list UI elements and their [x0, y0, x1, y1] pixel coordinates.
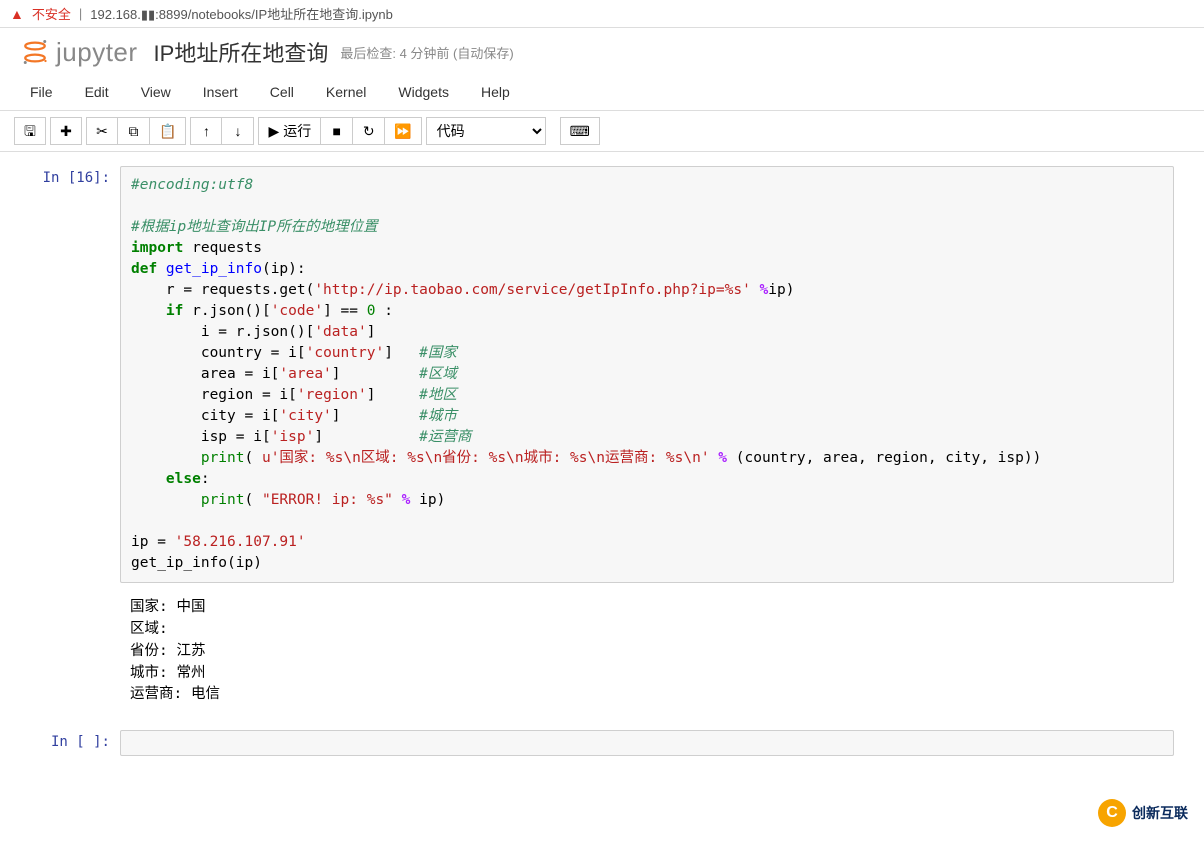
copy-icon: ⧉ — [129, 124, 139, 138]
cut-button[interactable]: ✂ — [86, 117, 118, 145]
copy-button[interactable]: ⧉ — [118, 117, 150, 145]
code-input-area[interactable]: #encoding:utf8 #根据ip地址查询出IP所在的地理位置 impor… — [120, 166, 1174, 583]
output-prompt — [0, 591, 120, 712]
celltype-select[interactable]: 代码 — [426, 117, 546, 145]
arrow-up-icon: ↑ — [203, 124, 210, 138]
restart-icon: ↻ — [363, 124, 375, 138]
fast-forward-icon: ⏩ — [394, 124, 411, 138]
keyboard-icon: ⌨ — [570, 124, 590, 138]
stop-icon: ■ — [332, 124, 340, 138]
insert-cell-button[interactable]: ✚ — [50, 117, 82, 145]
paste-icon: 📋 — [159, 124, 176, 138]
menu-edit[interactable]: Edit — [69, 76, 125, 108]
code-cell[interactable]: In [16]: #encoding:utf8 #根据ip地址查询出IP所在的地… — [0, 162, 1204, 587]
paste-button[interactable]: 📋 — [150, 117, 186, 145]
save-icon: 🖫 — [24, 124, 36, 138]
menu-cell[interactable]: Cell — [254, 76, 310, 108]
watermark-badge-icon: C — [1098, 799, 1126, 827]
output-cell: 国家: 中国 区域: 省份: 江苏 城市: 常州 运营商: 电信 — [0, 591, 1204, 722]
input-prompt: In [16]: — [0, 166, 120, 583]
output-text: 国家: 中国 区域: 省份: 江苏 城市: 常州 运营商: 电信 — [120, 591, 1174, 712]
toolbar: 🖫 ✚ ✂ ⧉ 📋 ↑ ↓ ▶ 运行 ■ ↻ ⏩ 代码 ⌨ — [0, 111, 1204, 152]
menu-help[interactable]: Help — [465, 76, 526, 108]
scissors-icon: ✂ — [96, 124, 108, 138]
watermark: C 创新互联 — [1098, 799, 1188, 827]
interrupt-button[interactable]: ■ — [321, 117, 353, 145]
plus-icon: ✚ — [60, 124, 72, 138]
restart-button[interactable]: ↻ — [353, 117, 385, 145]
notebook-name[interactable]: IP地址所在地查询 — [154, 36, 329, 68]
browser-address-bar: ▲ 不安全 | 192.168.▮▮:8899/notebooks/IP地址所在… — [0, 0, 1204, 28]
menu-insert[interactable]: Insert — [187, 76, 254, 108]
watermark-text: 创新互联 — [1132, 803, 1188, 823]
code-input-area-empty[interactable] — [120, 730, 1174, 756]
restart-run-all-button[interactable]: ⏩ — [385, 117, 421, 145]
checkpoint-status: 最后检查: 4 分钟前 (自动保存) — [340, 43, 513, 62]
menu-file[interactable]: File — [14, 76, 69, 108]
menu-widgets[interactable]: Widgets — [382, 76, 465, 108]
save-button[interactable]: 🖫 — [14, 117, 46, 145]
separator: | — [79, 6, 82, 21]
brand-text: jupyter — [56, 37, 138, 68]
move-up-button[interactable]: ↑ — [190, 117, 222, 145]
menu-kernel[interactable]: Kernel — [310, 76, 382, 108]
run-icon: ▶ — [268, 124, 279, 138]
menu-view[interactable]: View — [125, 76, 187, 108]
url-text[interactable]: 192.168.▮▮:8899/notebooks/IP地址所在地查询.ipyn… — [90, 4, 393, 23]
command-palette-button[interactable]: ⌨ — [560, 117, 600, 145]
code-content[interactable]: #encoding:utf8 #根据ip地址查询出IP所在的地理位置 impor… — [131, 175, 1163, 574]
run-button[interactable]: ▶ 运行 — [258, 117, 321, 145]
move-down-button[interactable]: ↓ — [222, 117, 254, 145]
unsafe-label: 不安全 — [32, 4, 71, 23]
notebook-container: In [16]: #encoding:utf8 #根据ip地址查询出IP所在的地… — [0, 152, 1204, 804]
jupyter-logo-icon — [20, 37, 50, 67]
run-label: 运行 — [283, 124, 311, 138]
notebook-header: jupyter IP地址所在地查询 最后检查: 4 分钟前 (自动保存) — [0, 28, 1204, 74]
menubar: File Edit View Insert Cell Kernel Widget… — [0, 74, 1204, 111]
input-prompt-empty: In [ ]: — [0, 730, 120, 756]
code-cell-empty[interactable]: In [ ]: — [0, 726, 1204, 760]
jupyter-logo[interactable]: jupyter — [20, 37, 138, 68]
warning-icon: ▲ — [10, 6, 24, 22]
arrow-down-icon: ↓ — [234, 124, 241, 138]
